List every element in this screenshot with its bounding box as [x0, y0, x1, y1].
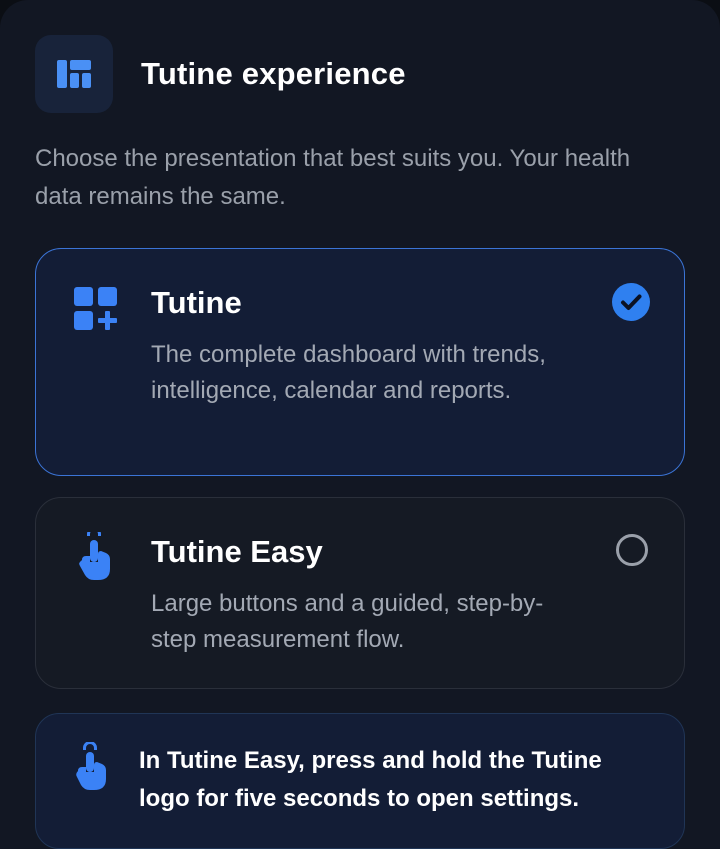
info-tip: In Tutine Easy, press and hold the Tutin…	[35, 713, 685, 849]
header: Tutine experience	[35, 35, 406, 113]
layout-dashboard-icon	[35, 35, 113, 113]
tip-text: In Tutine Easy, press and hold the Tutin…	[139, 747, 602, 812]
grid-add-icon	[72, 285, 120, 333]
option-title: Tutine Easy	[151, 534, 323, 569]
radio-unchecked-icon[interactable]	[616, 534, 648, 566]
option-description: The complete dashboard with trends, inte…	[151, 341, 546, 404]
touch-hand-icon	[72, 527, 120, 580]
option-description: Large buttons and a guided, step-by-step…	[151, 590, 544, 653]
option-title: Tutine	[151, 285, 242, 320]
radio-checked-icon[interactable]	[612, 283, 650, 321]
page-title: Tutine experience	[141, 56, 406, 91]
option-tutine[interactable]: Tutine The complete dashboard with trend…	[35, 248, 685, 476]
option-tutine-easy[interactable]: Tutine Easy Large buttons and a guided, …	[35, 497, 685, 689]
touch-hand-icon	[74, 741, 110, 790]
settings-sheet: Tutine experience Choose the presentatio…	[0, 0, 720, 849]
page-subtitle: Choose the presentation that best suits …	[35, 145, 631, 210]
